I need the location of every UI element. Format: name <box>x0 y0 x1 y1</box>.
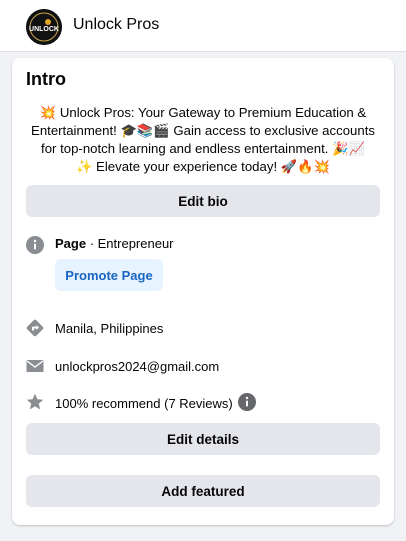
page-title[interactable]: Unlock Pros <box>73 16 159 34</box>
mail-icon <box>26 360 44 372</box>
directions-icon <box>26 319 44 337</box>
page-label: Page <box>55 236 87 251</box>
bio-line: for top-notch learning and endless enter… <box>41 141 365 156</box>
add-featured-button[interactable]: Add featured <box>26 475 380 507</box>
email-text: unlockpros2024@gmail.com <box>55 359 220 374</box>
bio-line: 💥 Unlock Pros: Your Gateway to Premium E… <box>39 105 367 120</box>
bio-line: Entertainment! 🎓📚🎬 Gain access to exclus… <box>31 123 375 138</box>
location-text: Manila, Philippines <box>55 321 164 336</box>
edit-bio-button[interactable]: Edit bio <box>26 185 380 217</box>
top-bar: UNLOCK Unlock Pros <box>0 0 406 52</box>
bio-text: 💥 Unlock Pros: Your Gateway to Premium E… <box>24 104 382 176</box>
logo-text: UNLOCK <box>29 26 59 33</box>
info-icon[interactable] <box>238 393 256 411</box>
edit-details-button[interactable]: Edit details <box>26 423 380 455</box>
page-type: Page · Entrepreneur <box>55 236 174 251</box>
page-bottom <box>0 531 406 541</box>
page-category: · Entrepreneur <box>86 236 174 251</box>
avatar[interactable]: UNLOCK <box>26 9 62 45</box>
intro-card: Intro 💥 Unlock Pros: Your Gateway to Pre… <box>12 58 394 525</box>
promote-page-button[interactable]: Promote Page <box>55 259 163 291</box>
intro-title: Intro <box>26 69 66 89</box>
star-icon <box>26 393 44 410</box>
info-icon <box>26 236 44 254</box>
bio-line: ✨ Elevate your experience today! 🚀🔥💥 <box>75 159 331 174</box>
logo-icon: UNLOCK <box>26 9 62 45</box>
recommend-text[interactable]: 100% recommend (7 Reviews) <box>55 396 233 411</box>
